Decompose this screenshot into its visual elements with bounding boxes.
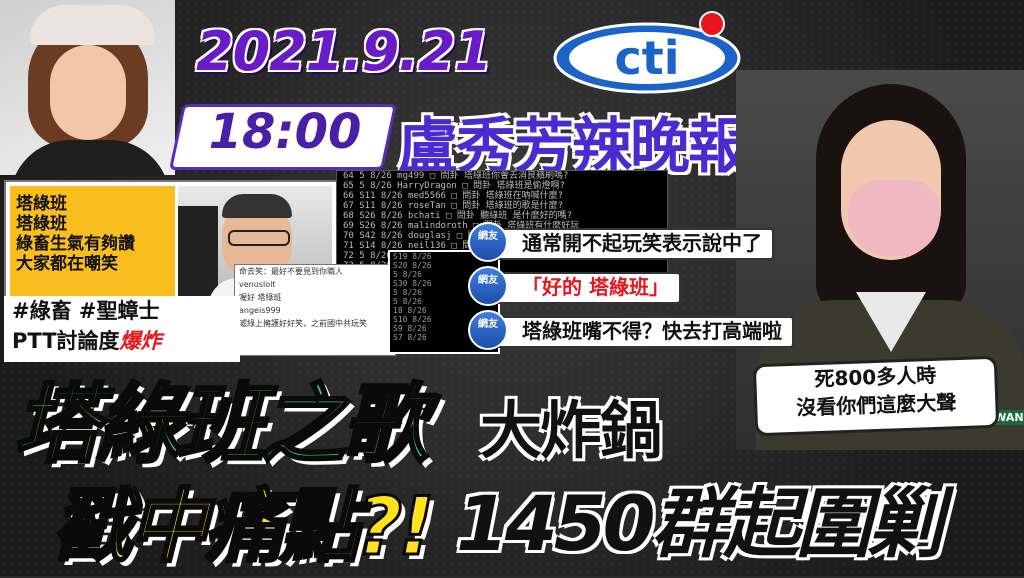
host-body xyxy=(10,140,170,175)
guest-glasses xyxy=(228,230,290,246)
netizen-comment-text: 「好的 塔綠班」 xyxy=(522,275,669,299)
ptt-comment-row: venuslolt xyxy=(239,280,276,289)
guest-caption-line: 塔綠班 xyxy=(16,194,67,214)
guest-hair xyxy=(222,194,292,218)
guest-caption-line: 綠畜生氣有夠讚 xyxy=(16,234,135,254)
host-face xyxy=(50,45,126,140)
ptt-comment-row: 噓綠上擁護好好笑，之前國中共玩笑 xyxy=(239,319,367,328)
cti-logo: cti xyxy=(553,11,741,94)
hashtag-prefix: PTT討論度 xyxy=(12,329,120,353)
hashtag-hot-word: 爆炸 xyxy=(119,329,162,353)
broadcast-time: 18:00 xyxy=(208,104,362,160)
host-beret xyxy=(30,5,155,45)
ptt-list-row: 68 S26 8/26 bchati □ 問卦 聽綠班 是什麼好的嗎? xyxy=(343,211,573,221)
ptt-list-row: 64 5 8/26 mg499 □ 問卦 塔綠班你會去消良蘋刷嗎? xyxy=(343,171,569,181)
netizen-comment-text: 塔綠班嘴不得？快去打高端啦 xyxy=(522,319,782,343)
ptt-list-row: 67 S11 8/26 roseTan □ 問卦 塔綠班的歌是什麼? xyxy=(343,201,564,211)
quote-box: 死800多人時 沒看你們這麼大聲 xyxy=(752,355,1000,437)
cti-logo-text: cti xyxy=(614,31,679,85)
guest-caption-line: 塔綠班 xyxy=(16,214,67,234)
headline-yellow: 戳中痛點?! xyxy=(51,479,437,575)
headline-black-2: 1450群起圍剿 xyxy=(456,479,944,568)
host-photo xyxy=(0,0,175,175)
ptt-comment-row: 命去笑：最好不要見到你職人 xyxy=(239,267,343,276)
netizen-comment: 網友 「好的 塔綠班」 xyxy=(468,266,681,306)
ptt-list-row: 66 S11 8/26 med5566 □ 問卦 塔綠班在吶喊什麼? xyxy=(343,191,564,201)
headline-black: 大炸鍋 xyxy=(480,394,662,467)
netizen-comment-text: 通常開不起玩笑表示說中了 xyxy=(522,231,762,255)
ptt-list-row: 65 5 8/26 HarryDragon □ 問卦 塔綠班是偷燈啊? xyxy=(343,181,565,191)
ptt-comment-row: 喔好 塔綠班 xyxy=(239,293,282,302)
ptt-comment-row: angeis999 xyxy=(239,306,281,315)
netizen-avatar-icon: 網友 xyxy=(468,310,508,350)
guest-caption-line: 大家都在嘲笑 xyxy=(16,254,118,274)
hashtag-line-2: PTT討論度爆炸 xyxy=(4,326,240,356)
broadcast-date: 2021.9.21 xyxy=(196,20,492,83)
netizen-avatar-icon: 網友 xyxy=(468,266,508,306)
hashtag-box: #綠畜 #聖蟑士 PTT討論度爆炸 xyxy=(4,296,240,362)
netizen-avatar-icon: 網友 xyxy=(468,222,508,262)
hashtag-line: #綠畜 #聖蟑士 xyxy=(12,299,160,323)
ptt-comments-screenshot: 命去笑：最好不要見到你職人 venuslolt 喔好 塔綠班 angeis999… xyxy=(234,264,396,356)
guest-caption: 塔綠班 塔綠班 綠畜生氣有夠讚 大家都在嘲笑 xyxy=(10,186,175,296)
netizen-comment: 網友 通常開不起玩笑表示說中了 xyxy=(468,222,774,262)
guest-chair xyxy=(178,206,218,296)
speaker-mask xyxy=(848,180,940,256)
netizen-comment: 網友 塔綠班嘴不得？快去打高端啦 xyxy=(468,310,794,350)
headline-green: 塔綠班之歌 xyxy=(13,374,430,477)
